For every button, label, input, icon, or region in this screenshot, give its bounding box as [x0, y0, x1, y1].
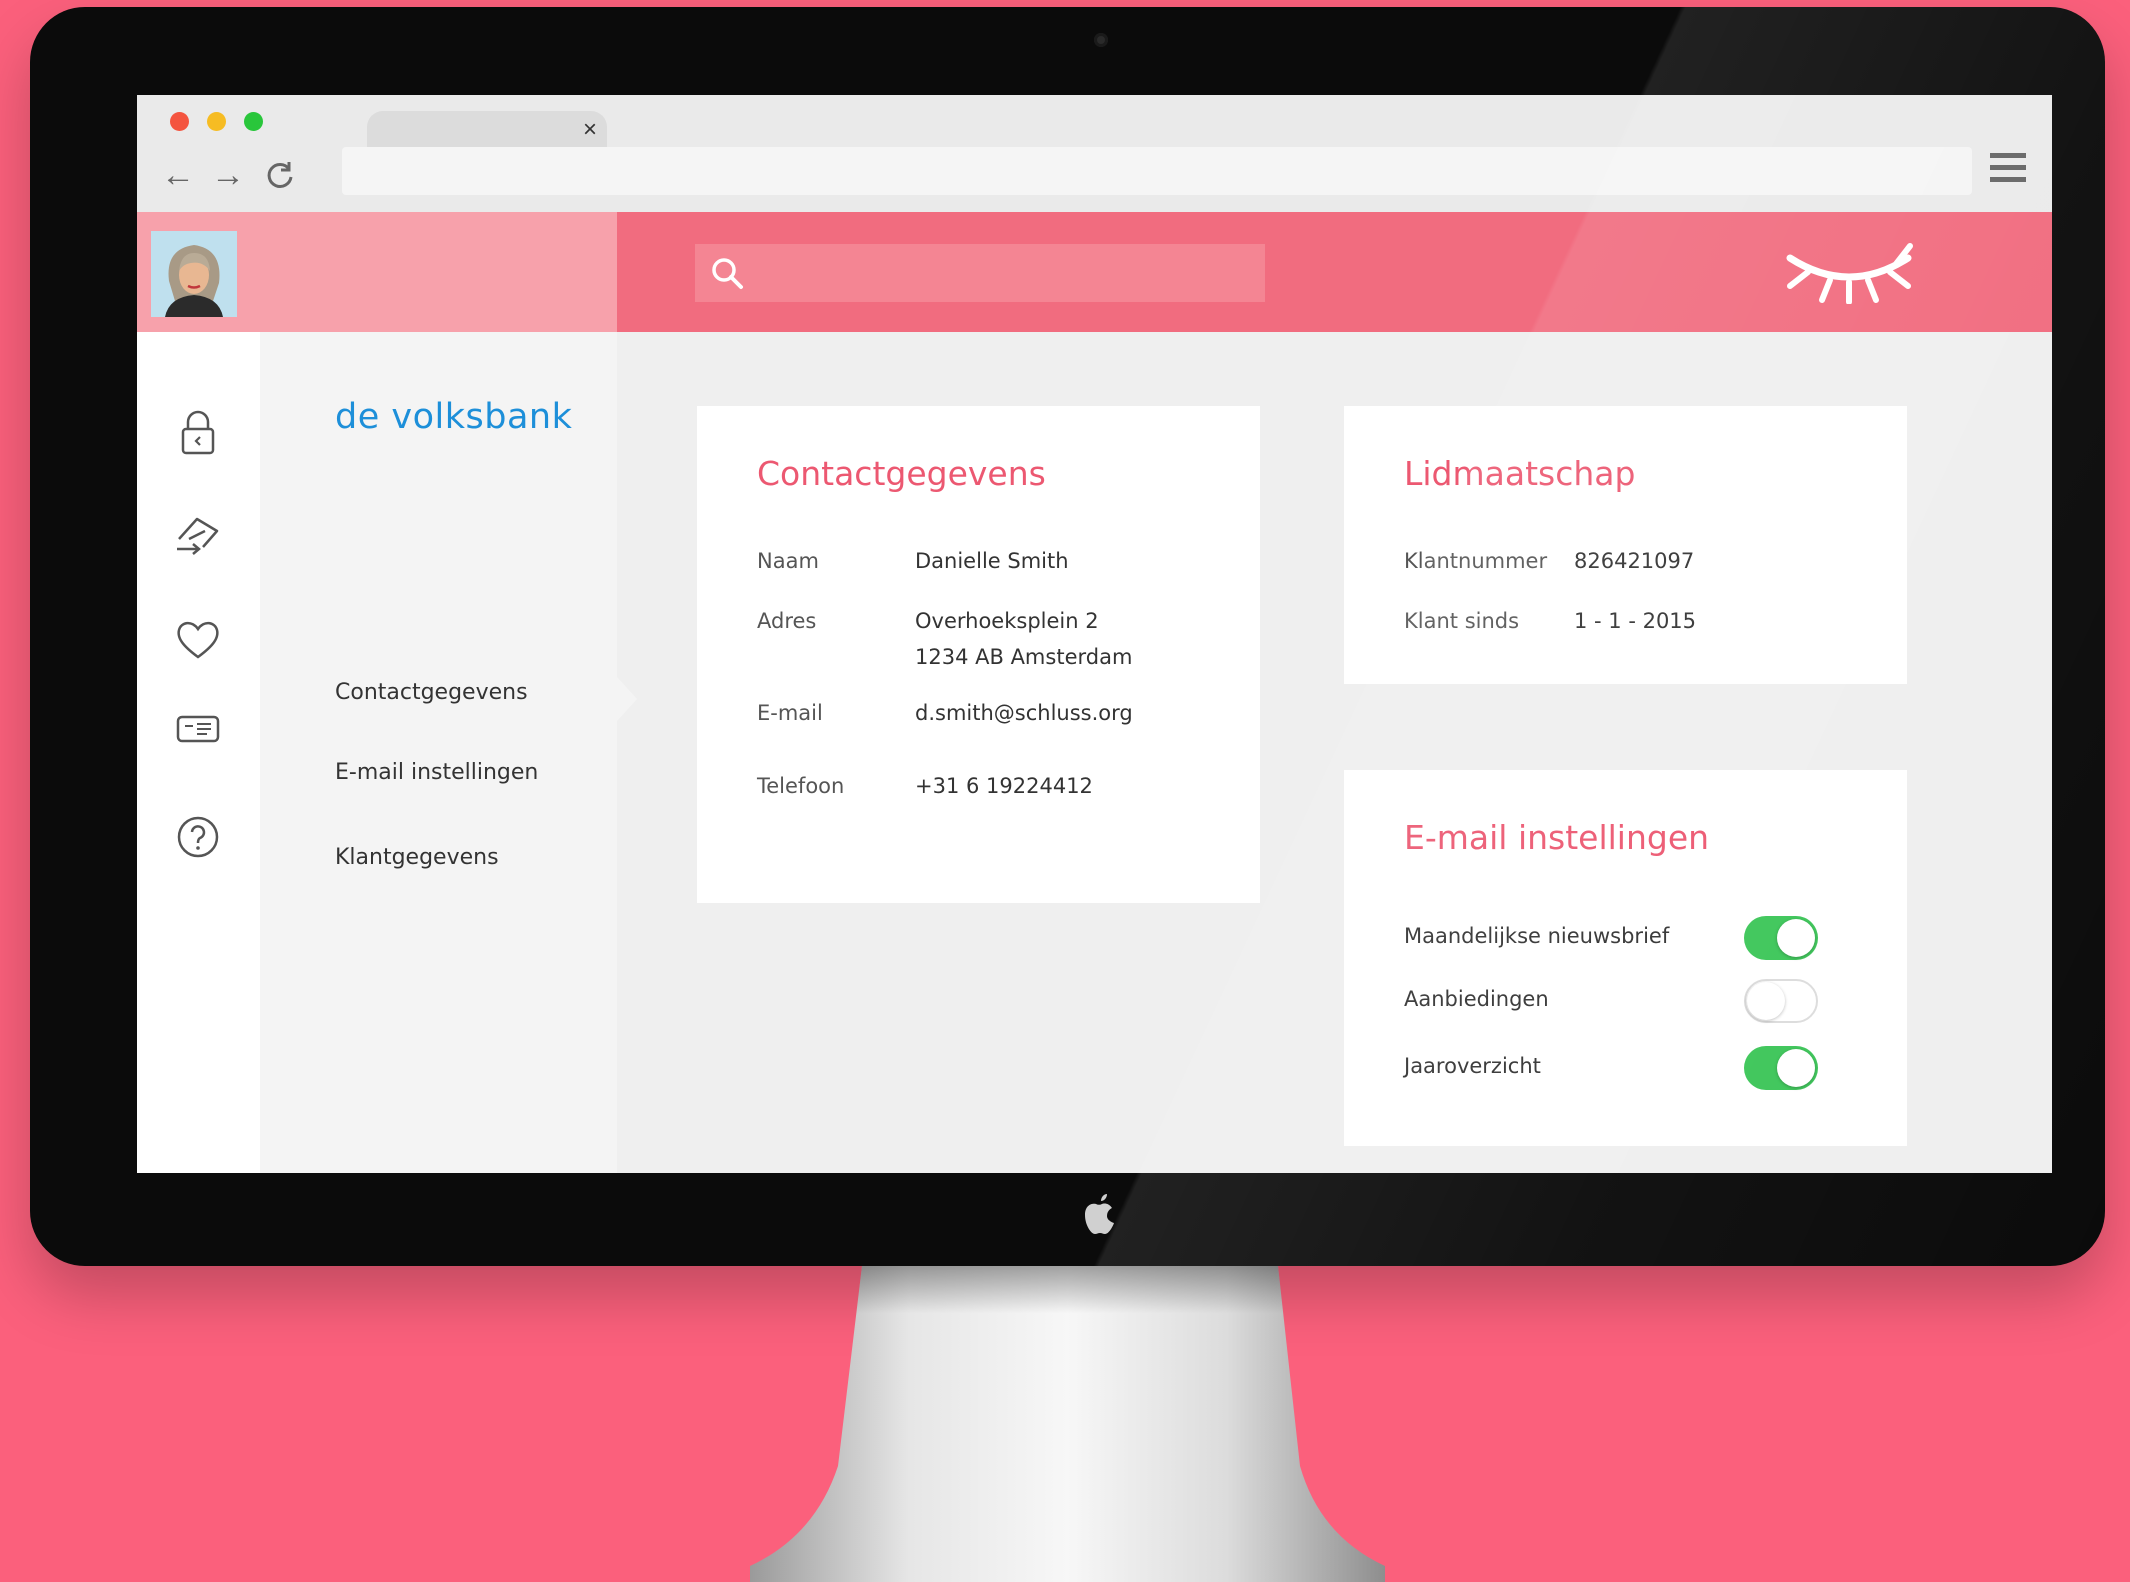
customer-since-label: Klant sinds	[1404, 609, 1520, 633]
avatar-portrait	[151, 231, 237, 317]
card-icon[interactable]	[173, 704, 223, 754]
heart-icon[interactable]	[173, 614, 223, 664]
address-label: Adres	[757, 609, 817, 633]
offers-label: Aanbiedingen	[1404, 987, 1549, 1011]
monitor-stand	[750, 1266, 1385, 1582]
window-maximize-button[interactable]	[244, 112, 263, 131]
app-header	[617, 212, 2052, 332]
icon-sidebar	[137, 332, 278, 1173]
phone-label: Telefoon	[757, 774, 845, 798]
profile-header	[137, 212, 617, 332]
address-line-1: Overhoeksplein 2	[915, 609, 1099, 633]
nav-item-email-instellingen[interactable]: E-mail instellingen	[335, 760, 538, 785]
email-settings-card: E-mail instellingen Maandelijkse nieuwsb…	[1344, 770, 1907, 1146]
navigation-panel: de volksbank Contactgegevens E-mail inst…	[260, 332, 637, 1173]
offers-toggle[interactable]	[1744, 979, 1818, 1023]
transfer-icon[interactable]	[173, 509, 223, 559]
forward-button[interactable]: →	[211, 150, 245, 200]
help-icon[interactable]	[173, 812, 223, 862]
browser-menu-icon[interactable]	[1990, 153, 2026, 187]
newsletter-toggle[interactable]	[1744, 916, 1818, 960]
browser-chrome: × ← →	[137, 95, 2052, 213]
brand-logo: de volksbank	[335, 397, 573, 437]
contact-title: Contactgegevens	[757, 454, 1046, 493]
closed-eye-icon[interactable]	[1784, 242, 1914, 304]
apple-logo-shape	[1085, 1194, 1114, 1234]
window-minimize-button[interactable]	[207, 112, 226, 131]
email-value: d.smith@schluss.org	[915, 701, 1133, 725]
apple-logo-icon	[1076, 1192, 1122, 1242]
phone-value: +31 6 19224412	[915, 774, 1093, 798]
back-button[interactable]: ←	[161, 150, 195, 200]
email-label: E-mail	[757, 701, 823, 725]
annual-overview-toggle[interactable]	[1744, 1046, 1818, 1090]
tab-close-icon[interactable]: ×	[583, 115, 597, 145]
nav-item-klantgegevens[interactable]: Klantgegevens	[335, 845, 499, 870]
customer-number-label: Klantnummer	[1404, 549, 1548, 573]
nav-active-indicator	[617, 677, 637, 721]
toggle-knob	[1777, 1049, 1815, 1087]
customer-since-value: 1 - 1 - 2015	[1574, 609, 1697, 633]
name-value: Danielle Smith	[915, 549, 1069, 573]
name-label: Naam	[757, 549, 819, 573]
nav-item-contactgegevens[interactable]: Contactgegevens	[335, 680, 528, 705]
window-close-button[interactable]	[170, 112, 189, 131]
contact-card: Contactgegevens Naam Danielle Smith Adre…	[697, 406, 1260, 903]
search-input[interactable]	[695, 244, 1265, 302]
reload-button[interactable]	[264, 147, 296, 205]
customer-number-value: 826421097	[1574, 549, 1695, 573]
camera	[1094, 33, 1108, 47]
membership-title: Lidmaatschap	[1404, 454, 1636, 493]
toggle-knob	[1747, 982, 1785, 1020]
email-settings-title: E-mail instellingen	[1404, 818, 1710, 857]
reload-icon	[267, 162, 293, 188]
toggle-knob	[1777, 919, 1815, 957]
monitor-frame: × ← → de volksbank Contactgegevens E-mai…	[30, 7, 2105, 1266]
address-line-2: 1234 AB Amsterdam	[915, 645, 1133, 669]
avatar[interactable]	[151, 231, 237, 317]
newsletter-label: Maandelijkse nieuwsbrief	[1404, 924, 1670, 948]
membership-card: Lidmaatschap Klantnummer 826421097 Klant…	[1344, 406, 1907, 684]
lock-icon[interactable]	[173, 407, 223, 457]
annual-overview-label: Jaaroverzicht	[1404, 1054, 1541, 1078]
search-icon	[712, 258, 743, 289]
browser-window: × ← → de volksbank Contactgegevens E-mai…	[137, 95, 2052, 1173]
address-bar[interactable]	[342, 147, 1972, 195]
